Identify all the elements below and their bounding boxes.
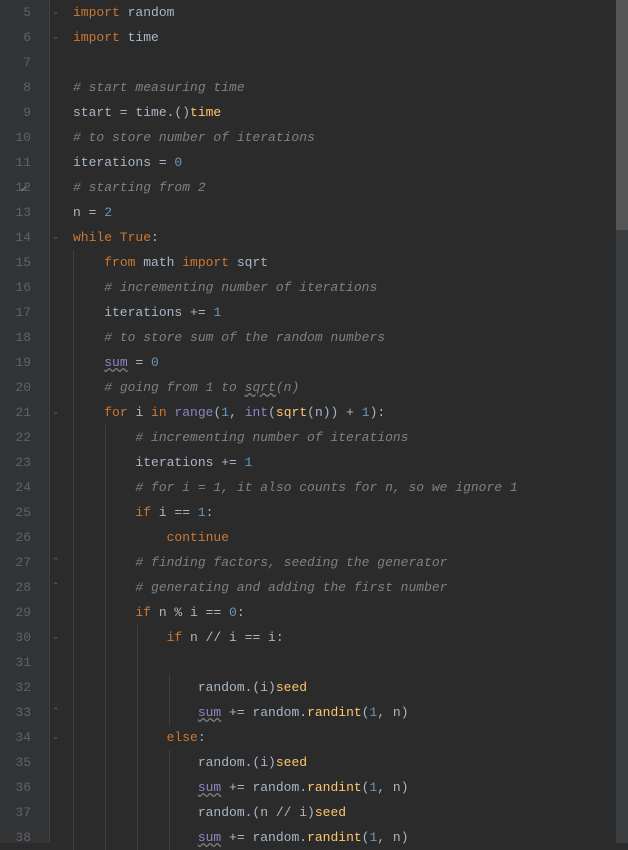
line-number: 8 — [0, 75, 31, 100]
code-line[interactable]: continue — [73, 525, 518, 550]
line-number: 34 — [0, 725, 31, 750]
scrollbar-thumb[interactable] — [616, 0, 628, 230]
code-line[interactable]: for i in range(1, int(sqrt(n)) + 1): — [73, 400, 518, 425]
code-line[interactable]: while True: — [73, 225, 518, 250]
code-line[interactable]: # finding factors, seeding the generator — [73, 550, 518, 575]
line-number: 31 — [0, 650, 31, 675]
line-number: 22 — [0, 425, 31, 450]
line-number: 35 — [0, 750, 31, 775]
line-number: 25 — [0, 500, 31, 525]
code-line[interactable]: else: — [73, 725, 518, 750]
code-line[interactable]: import time — [73, 25, 518, 50]
code-line[interactable]: start = time.()time — [73, 100, 518, 125]
line-number: 38 — [0, 825, 31, 850]
code-line[interactable]: sum = 0 — [73, 350, 518, 375]
line-number: 24 — [0, 475, 31, 500]
line-number: 7 — [0, 50, 31, 75]
indent-guide — [105, 425, 106, 850]
line-number: 12✓ — [0, 175, 31, 200]
code-line[interactable]: random.(n // i)seed — [73, 800, 518, 825]
line-number: 20 — [0, 375, 31, 400]
line-number: 5 — [0, 0, 31, 25]
code-line[interactable]: # to store number of iterations — [73, 125, 518, 150]
fold-expand-icon[interactable]: ⌄ — [52, 733, 61, 742]
line-number: 13 — [0, 200, 31, 225]
line-number-gutter: 56789101112✓1314151617181920212223242526… — [0, 0, 50, 843]
line-number: 23 — [0, 450, 31, 475]
vertical-scrollbar[interactable] — [616, 0, 628, 843]
code-line[interactable]: sum += random.randint(1, n) — [73, 825, 518, 850]
code-line[interactable]: sum += random.randint(1, n) — [73, 775, 518, 800]
line-number: 21 — [0, 400, 31, 425]
code-line[interactable]: n = 2 — [73, 200, 518, 225]
fold-expand-icon[interactable]: ⌄ — [52, 633, 61, 642]
line-number: 16 — [0, 275, 31, 300]
line-number: 27 — [0, 550, 31, 575]
fold-expand-icon[interactable]: ⌄ — [52, 233, 61, 242]
indent-guide — [73, 250, 74, 850]
code-editor[interactable]: 56789101112✓1314151617181920212223242526… — [0, 0, 628, 843]
line-number: 30 — [0, 625, 31, 650]
fold-expand-icon[interactable]: ⌄ — [52, 8, 61, 17]
line-number: 17 — [0, 300, 31, 325]
code-line[interactable]: # to store sum of the random numbers — [73, 325, 518, 350]
line-number: 28 — [0, 575, 31, 600]
code-line[interactable]: iterations = 0 — [73, 150, 518, 175]
indent-guide — [137, 625, 138, 850]
code-line[interactable]: if n // i == i: — [73, 625, 518, 650]
indent-guide — [169, 750, 170, 850]
code-line[interactable]: iterations += 1 — [73, 450, 518, 475]
line-number: 10 — [0, 125, 31, 150]
fold-expand-icon[interactable]: ⌄ — [52, 33, 61, 42]
line-number: 6 — [0, 25, 31, 50]
code-line[interactable]: # going from 1 to sqrt(n) — [73, 375, 518, 400]
indent-guide — [169, 675, 170, 725]
line-number: 9 — [0, 100, 31, 125]
code-line[interactable]: if n % i == 0: — [73, 600, 518, 625]
line-number: 11 — [0, 150, 31, 175]
code-line[interactable]: iterations += 1 — [73, 300, 518, 325]
code-line[interactable]: random.(i)seed — [73, 750, 518, 775]
line-number: 15 — [0, 250, 31, 275]
code-line[interactable]: # for i = 1, it also counts for n, so we… — [73, 475, 518, 500]
code-line[interactable]: # generating and adding the first number — [73, 575, 518, 600]
code-line[interactable]: random.(i)seed — [73, 675, 518, 700]
line-number: 14 — [0, 225, 31, 250]
line-number: 18 — [0, 325, 31, 350]
code-line[interactable] — [73, 650, 518, 675]
line-number: 36 — [0, 775, 31, 800]
line-number: 33 — [0, 700, 31, 725]
line-number: 32 — [0, 675, 31, 700]
code-line[interactable]: from math import sqrt — [73, 250, 518, 275]
fold-column[interactable]: ⌄ ⌄ ⌄ ⌄ ⌃ ⌃ ⌄ ⌃ ⌄ — [50, 0, 65, 843]
code-line[interactable]: sum += random.randint(1, n) — [73, 700, 518, 725]
fold-collapse-icon[interactable]: ⌃ — [52, 583, 61, 592]
code-line[interactable]: import random — [73, 0, 518, 25]
code-line[interactable]: # start measuring time — [73, 75, 518, 100]
line-number: 37 — [0, 800, 31, 825]
fold-collapse-icon[interactable]: ⌃ — [52, 558, 61, 567]
code-line[interactable]: if i == 1: — [73, 500, 518, 525]
line-number: 29 — [0, 600, 31, 625]
code-line[interactable]: # incrementing number of iterations — [73, 275, 518, 300]
fold-collapse-icon[interactable]: ⌃ — [52, 708, 61, 717]
code-line[interactable]: # starting from 2 — [73, 175, 518, 200]
code-line[interactable] — [73, 50, 518, 75]
line-number: 19 — [0, 350, 31, 375]
code-line[interactable]: # incrementing number of iterations — [73, 425, 518, 450]
fold-expand-icon[interactable]: ⌄ — [52, 408, 61, 417]
line-number: 26 — [0, 525, 31, 550]
code-area[interactable]: import randomimport time # start measurin… — [65, 0, 518, 843]
